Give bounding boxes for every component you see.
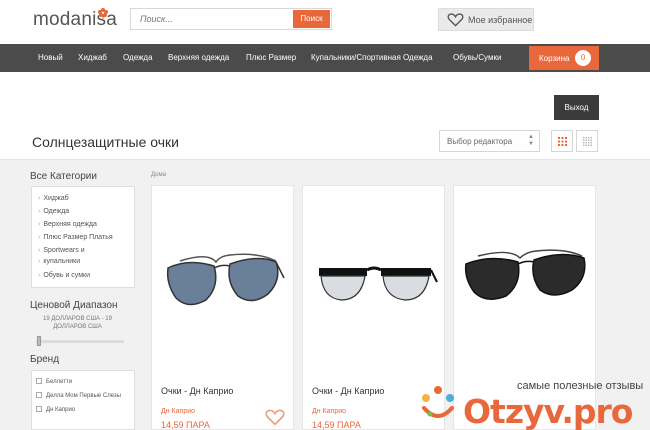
category-item-continued[interactable]: купальники bbox=[38, 256, 80, 267]
category-item[interactable]: Верхняя одежда bbox=[38, 219, 97, 230]
nav-item-outerwear[interactable]: Верхняя одежда bbox=[168, 53, 229, 62]
price-slider-track[interactable] bbox=[36, 340, 124, 343]
product-card[interactable]: Очки - Дн Каприо Дн Каприо 14,59 ПАРА bbox=[151, 185, 294, 430]
nav-item-new[interactable]: Новый bbox=[38, 53, 63, 62]
watermark-brand: Otzyv.pro bbox=[463, 392, 633, 430]
brand-label: Дн Каприо bbox=[46, 407, 76, 413]
brand-label: Беллетти bbox=[46, 379, 73, 385]
dense-grid-view-button[interactable] bbox=[576, 130, 598, 152]
search-box: Поиск bbox=[130, 8, 332, 30]
dark-aviator-sunglasses-image bbox=[464, 249, 586, 300]
clubmaster-sunglasses-image bbox=[319, 266, 438, 301]
product-price: 14,59 ПАРА bbox=[161, 420, 210, 430]
category-item[interactable]: Хиджаб bbox=[38, 193, 68, 204]
page-title: Солнцезащитные очки bbox=[32, 134, 179, 150]
favorites-label: Мое избранное bbox=[468, 15, 533, 25]
top-bar: modanisa Поиск Мое избранное bbox=[0, 0, 650, 44]
cart-count-badge: 0 bbox=[575, 50, 591, 66]
price-slider-handle[interactable] bbox=[37, 336, 41, 346]
product-name[interactable]: Очки - Дн Каприо bbox=[312, 386, 384, 396]
product-brand: Дн Каприо bbox=[161, 408, 196, 415]
title-bar: Солнцезащитные очки Выбор редактора ▲ ▼ bbox=[0, 124, 650, 160]
search-button[interactable]: Поиск bbox=[293, 10, 330, 28]
otzyv-logo-icon bbox=[422, 386, 454, 418]
product-price: 14,59 ПАРА bbox=[312, 420, 361, 430]
dense-grid-icon bbox=[583, 137, 592, 146]
cart-button[interactable]: Корзина 0 bbox=[529, 46, 599, 70]
account-band bbox=[0, 72, 650, 124]
cart-label: Корзина bbox=[539, 54, 570, 63]
category-item[interactable]: Плюс Размер Платья bbox=[38, 232, 112, 243]
favorites-button[interactable]: Мое избранное bbox=[438, 8, 534, 31]
brand-list: Беллетти Делла Мом Первые Слезы Дн Капри… bbox=[31, 370, 135, 430]
category-item[interactable]: Обувь и сумки bbox=[38, 270, 90, 281]
search-input[interactable] bbox=[131, 9, 291, 29]
flower-logo-icon bbox=[98, 8, 108, 20]
aviator-sunglasses-image bbox=[166, 253, 285, 306]
brand-label: Делла Мом Первые Слезы bbox=[46, 393, 121, 399]
breadcrumb[interactable]: Дома bbox=[151, 172, 166, 178]
watermark-tagline: самые полезные отзывы bbox=[517, 380, 644, 392]
logout-button[interactable]: Выход bbox=[554, 95, 599, 120]
sort-arrows-icon: ▲ ▼ bbox=[528, 134, 534, 147]
nav-item-hijab[interactable]: Хиджаб bbox=[78, 53, 107, 62]
grid-icon bbox=[558, 137, 567, 146]
category-list: Хиджаб Одежда Верхняя одежда Плюс Размер… bbox=[31, 186, 135, 288]
category-item[interactable]: Sportwears и bbox=[38, 245, 84, 256]
nav-item-plus-size[interactable]: Плюс Размер bbox=[246, 53, 296, 62]
heart-icon bbox=[447, 13, 464, 27]
brand-checkbox[interactable] bbox=[36, 392, 42, 398]
nav-item-shoes-bags[interactable]: Обувь/Сумки bbox=[453, 53, 501, 62]
categories-heading: Все Категории bbox=[30, 171, 97, 182]
brand-checkbox[interactable] bbox=[36, 378, 42, 384]
brand-option[interactable]: Дн Каприо bbox=[36, 406, 75, 413]
sort-select[interactable]: Выбор редактора ▲ ▼ bbox=[439, 130, 540, 152]
price-range-heading: Ценовой Диапазон bbox=[30, 300, 118, 311]
category-item[interactable]: Одежда bbox=[38, 206, 69, 217]
favorite-heart-icon[interactable] bbox=[264, 408, 286, 426]
nav-item-clothing[interactable]: Одежда bbox=[123, 53, 153, 62]
sort-selected-value: Выбор редактора bbox=[447, 137, 513, 146]
brand-option[interactable]: Беллетти bbox=[36, 378, 72, 385]
brand-checkbox[interactable] bbox=[36, 406, 42, 412]
brand-option[interactable]: Делла Мом Первые Слезы bbox=[36, 392, 121, 399]
product-name[interactable]: Очки - Дн Каприо bbox=[161, 386, 233, 396]
product-brand: Дн Каприо bbox=[312, 408, 347, 415]
brand-heading: Бренд bbox=[30, 354, 60, 365]
price-range-value: 19 ДОЛЛАРОВ США - 19 ДОЛЛАРОВ США bbox=[43, 316, 112, 330]
nav-item-swimwear-sport[interactable]: Купальники/Спортивная Одежда bbox=[311, 53, 433, 62]
grid-view-button[interactable] bbox=[551, 130, 573, 152]
